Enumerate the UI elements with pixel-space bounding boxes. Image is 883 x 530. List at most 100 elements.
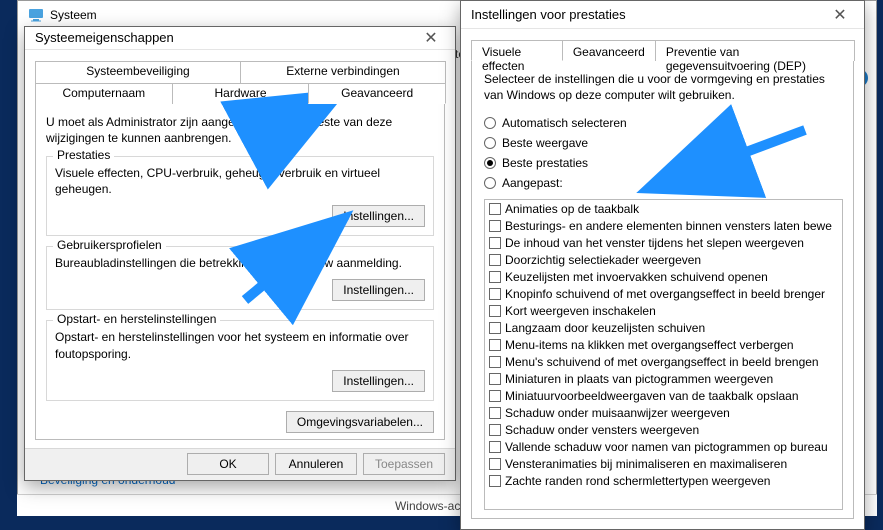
checklist-item[interactable]: Vallende schaduw voor namen van pictogra… xyxy=(489,440,838,457)
environment-variables-button[interactable]: Omgevingsvariabelen... xyxy=(286,411,434,433)
advanced-tab-body: U moet als Administrator zijn aangemeld … xyxy=(35,104,445,440)
group-startup-desc: Opstart- en herstelinstellingen voor het… xyxy=(55,329,425,361)
checklist-label: Miniatuurvoorbeeldweergaven van de taakb… xyxy=(505,389,799,403)
group-profiles-desc: Bureaubladinstellingen die betrekking he… xyxy=(55,255,425,271)
radio-label: Aangepast: xyxy=(502,176,563,190)
radio-option-3[interactable]: Aangepast: xyxy=(484,173,843,193)
group-performance-desc: Visuele effecten, CPU-verbruik, geheugen… xyxy=(55,165,425,197)
tab-system-protection[interactable]: Systeembeveiliging xyxy=(35,61,241,83)
checklist-item[interactable]: Keuzelijsten met invoervakken schuivend … xyxy=(489,270,838,287)
tab-hardware[interactable]: Hardware xyxy=(172,83,310,104)
checklist-item[interactable]: Langzaam door keuzelijsten schuiven xyxy=(489,321,838,338)
checklist-item[interactable]: Miniatuurvoorbeeldweergaven van de taakb… xyxy=(489,389,838,406)
tab-dep[interactable]: Preventie van gegevensuitvoering (DEP) xyxy=(655,40,855,61)
checklist-item[interactable]: Vensteranimaties bij minimaliseren en ma… xyxy=(489,457,838,474)
visual-effects-body: Selecteer de instellingen die u voor de … xyxy=(471,61,854,519)
group-performance: Prestaties Visuele effecten, CPU-verbrui… xyxy=(46,156,434,236)
tab-perf-advanced[interactable]: Geavanceerd xyxy=(562,40,656,61)
checklist-label: Besturings- en andere elementen binnen v… xyxy=(505,219,832,233)
checklist-label: Schaduw onder muisaanwijzer weergeven xyxy=(505,406,730,420)
group-startup-legend: Opstart- en herstelinstellingen xyxy=(53,312,220,326)
checkbox-icon[interactable] xyxy=(489,356,501,368)
checkbox-icon[interactable] xyxy=(489,254,501,266)
apply-button[interactable]: Toepassen xyxy=(363,453,445,475)
checklist-item[interactable]: Menu-items na klikken met overgangseffec… xyxy=(489,338,838,355)
tab-visual-effects[interactable]: Visuele effecten xyxy=(471,40,563,61)
checkbox-icon[interactable] xyxy=(489,322,501,334)
close-icon[interactable]: ✕ xyxy=(417,28,445,48)
checklist-item[interactable]: Animaties op de taakbalk xyxy=(489,202,838,219)
checklist-item[interactable]: Knopinfo schuivend of met overgangseffec… xyxy=(489,287,838,304)
system-window-title: Systeem xyxy=(50,8,97,22)
system-properties-button-row: OK Annuleren Toepassen xyxy=(25,448,455,480)
checkbox-icon[interactable] xyxy=(489,203,501,215)
checklist-label: Keuzelijsten met invoervakken schuivend … xyxy=(505,270,768,284)
tab-computer-name[interactable]: Computernaam xyxy=(35,83,173,104)
checklist-item[interactable]: Miniaturen in plaats van pictogrammen we… xyxy=(489,372,838,389)
checkbox-icon[interactable] xyxy=(489,373,501,385)
checklist-label: Menu-items na klikken met overgangseffec… xyxy=(505,338,794,352)
checkbox-icon[interactable] xyxy=(489,441,501,453)
checkbox-icon[interactable] xyxy=(489,305,501,317)
computer-icon xyxy=(28,7,44,23)
radio-option-2[interactable]: Beste prestaties xyxy=(484,153,843,173)
checklist-item[interactable]: Schaduw onder vensters weergeven xyxy=(489,423,838,440)
radio-option-0[interactable]: Automatisch selecteren xyxy=(484,113,843,133)
group-performance-legend: Prestaties xyxy=(53,148,114,162)
checklist-item[interactable]: Schaduw onder muisaanwijzer weergeven xyxy=(489,406,838,423)
checkbox-icon[interactable] xyxy=(489,390,501,402)
close-icon[interactable]: ✕ xyxy=(826,5,854,25)
radio-icon[interactable] xyxy=(484,157,496,169)
checkbox-icon[interactable] xyxy=(489,220,501,232)
checkbox-icon[interactable] xyxy=(489,288,501,300)
visual-effects-intro: Selecteer de instellingen die u voor de … xyxy=(484,71,843,103)
checklist-item[interactable]: Zachte randen rond schermlettertypen wee… xyxy=(489,474,838,491)
tab-advanced[interactable]: Geavanceerd xyxy=(308,83,446,104)
radio-icon[interactable] xyxy=(484,177,496,189)
performance-tabs: Visuele effecten Geavanceerd Preventie v… xyxy=(461,29,864,61)
system-properties-dialog: Systeemeigenschappen ✕ Systeembeveiligin… xyxy=(24,26,456,481)
group-user-profiles: Gebruikersprofielen Bureaubladinstelling… xyxy=(46,246,434,310)
checkbox-icon[interactable] xyxy=(489,339,501,351)
radio-label: Beste prestaties xyxy=(502,156,588,170)
checkbox-icon[interactable] xyxy=(489,458,501,470)
admin-note: U moet als Administrator zijn aangemeld … xyxy=(46,114,434,146)
checklist-label: De inhoud van het venster tijdens het sl… xyxy=(505,236,804,250)
checkbox-icon[interactable] xyxy=(489,424,501,436)
radio-icon[interactable] xyxy=(484,117,496,129)
performance-settings-button[interactable]: Instellingen... xyxy=(332,205,425,227)
visual-effects-checklist[interactable]: Animaties op de taakbalk Besturings- en a… xyxy=(484,199,843,510)
desktop-edge-right xyxy=(877,0,883,530)
profiles-settings-button[interactable]: Instellingen... xyxy=(332,279,425,301)
checklist-item[interactable]: Besturings- en andere elementen binnen v… xyxy=(489,219,838,236)
checklist-label: Miniaturen in plaats van pictogrammen we… xyxy=(505,372,773,386)
radio-label: Automatisch selecteren xyxy=(502,116,627,130)
performance-options-dialog: Instellingen voor prestaties ✕ Visuele e… xyxy=(460,0,865,530)
radio-icon[interactable] xyxy=(484,137,496,149)
startup-settings-button[interactable]: Instellingen... xyxy=(332,370,425,392)
system-properties-titlebar[interactable]: Systeemeigenschappen ✕ xyxy=(25,27,455,50)
checklist-item[interactable]: De inhoud van het venster tijdens het sl… xyxy=(489,236,838,253)
checklist-label: Knopinfo schuivend of met overgangseffec… xyxy=(505,287,825,301)
cancel-button[interactable]: Annuleren xyxy=(275,453,357,475)
checklist-item[interactable]: Doorzichtig selectiekader weergeven xyxy=(489,253,838,270)
system-properties-title: Systeemeigenschappen xyxy=(35,30,417,45)
checklist-label: Menu's schuivend of met overgangseffect … xyxy=(505,355,819,369)
radio-label: Beste weergave xyxy=(502,136,588,150)
checklist-label: Doorzichtig selectiekader weergeven xyxy=(505,253,701,267)
checklist-item[interactable]: Menu's schuivend of met overgangseffect … xyxy=(489,355,838,372)
checkbox-icon[interactable] xyxy=(489,475,501,487)
tab-remote[interactable]: Externe verbindingen xyxy=(240,61,446,83)
visual-effects-radio-group: Automatisch selecteren Beste weergave Best… xyxy=(484,113,843,193)
checklist-item[interactable]: Kort weergeven inschakelen xyxy=(489,304,838,321)
checkbox-icon[interactable] xyxy=(489,237,501,249)
performance-titlebar[interactable]: Instellingen voor prestaties ✕ xyxy=(461,1,864,29)
checkbox-icon[interactable] xyxy=(489,271,501,283)
ok-button[interactable]: OK xyxy=(187,453,269,475)
checklist-label: Animaties op de taakbalk xyxy=(505,202,639,216)
group-profiles-legend: Gebruikersprofielen xyxy=(53,238,166,252)
group-startup-recovery: Opstart- en herstelinstellingen Opstart-… xyxy=(46,320,434,400)
checkbox-icon[interactable] xyxy=(489,407,501,419)
radio-option-1[interactable]: Beste weergave xyxy=(484,133,843,153)
checklist-label: Vallende schaduw voor namen van pictogra… xyxy=(505,440,828,454)
